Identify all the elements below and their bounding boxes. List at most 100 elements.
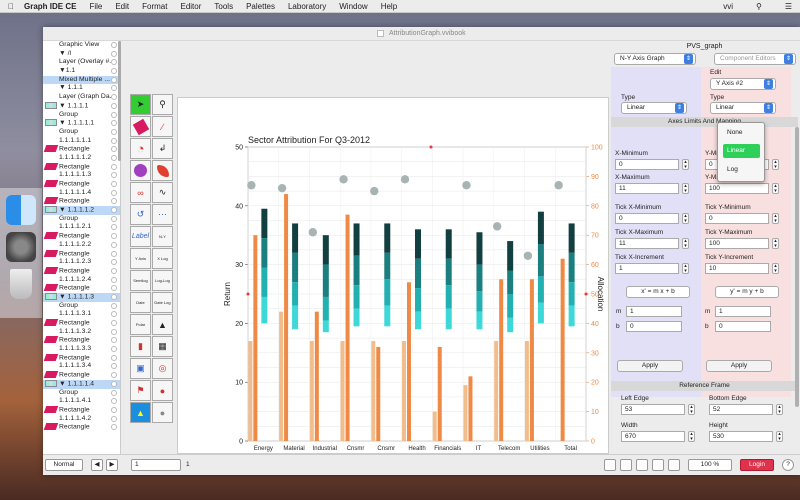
hierarchy-row[interactable]: Layer (Overlay #... (43, 58, 120, 67)
polar-graph-tile[interactable]: ◎ (152, 358, 173, 379)
hierarchy-row[interactable]: ▼1.1 (43, 67, 120, 76)
pie-tool[interactable]: ◔ (130, 138, 151, 159)
trash-icon[interactable] (10, 269, 32, 299)
hierarchy-row[interactable]: Group (43, 128, 120, 137)
graph-tile-3[interactable]: Semilog (130, 270, 151, 291)
finder-icon[interactable] (6, 195, 36, 225)
tick-x-max-field[interactable]: 11 (615, 238, 679, 249)
graph-type-select[interactable]: N-Y Axis Graph (614, 53, 696, 65)
visibility-toggle[interactable] (111, 354, 117, 361)
mx-field[interactable]: 1 (626, 306, 682, 317)
sphere-tool[interactable]: ● (152, 402, 173, 423)
hierarchy-row[interactable]: Rectangle (43, 319, 120, 328)
hierarchy-row[interactable]: ▼ /l (43, 50, 120, 59)
visibility-toggle[interactable] (111, 233, 117, 240)
hierarchy-row[interactable]: 1.1.1.1.1.3 (43, 171, 120, 180)
tick-y-inc-stepper[interactable]: ▴ ▾ (772, 263, 779, 274)
view-columns-button[interactable] (652, 459, 664, 471)
user-name[interactable]: vvi (723, 2, 733, 11)
visibility-toggle[interactable] (111, 146, 117, 153)
next-page-button[interactable]: ▶ (106, 459, 118, 471)
menu-palettes[interactable]: Palettes (246, 2, 275, 11)
hierarchy-row[interactable]: ▼ 1.1.1.1.1 (43, 119, 120, 128)
hierarchy-row[interactable]: 1.1.1.1.1.2 (43, 154, 120, 163)
visibility-toggle[interactable] (111, 224, 117, 231)
menu-file[interactable]: File (89, 2, 102, 11)
apply-x-button[interactable]: Apply (617, 360, 683, 372)
edit-axis-select[interactable]: Y Axis #2 (710, 78, 776, 90)
visibility-toggle[interactable] (111, 311, 117, 318)
x-max-field[interactable]: 11 (615, 183, 679, 194)
graph-tile-4[interactable]: Log-Log (152, 270, 173, 291)
3d-graph-tile[interactable]: ▣ (130, 358, 151, 379)
apply-y-button[interactable]: Apply (706, 360, 772, 372)
height-field[interactable]: 530 (709, 431, 773, 442)
menu-laboratory[interactable]: Laboratory (288, 2, 326, 11)
hierarchy-row[interactable]: 1.1.1.1.3.2 (43, 328, 120, 337)
visibility-toggle[interactable] (111, 111, 117, 118)
system-tools-icon[interactable] (6, 232, 36, 262)
visibility-toggle[interactable] (111, 102, 117, 109)
line-tool[interactable]: ∕ (152, 116, 173, 137)
menu-format[interactable]: Format (142, 2, 167, 11)
hierarchy-row[interactable]: Rectangle (43, 197, 120, 206)
oval-tool[interactable] (130, 160, 151, 181)
visibility-toggle[interactable] (111, 42, 117, 48)
x-mapping-button[interactable]: x' = m x + b (626, 286, 690, 298)
bottom-edge-stepper[interactable]: ▴ ▾ (776, 404, 783, 415)
tick-x-min-field[interactable]: 0 (615, 213, 679, 224)
hierarchy-row[interactable]: Layer (Graph Da... (43, 93, 120, 102)
view-grid-button[interactable] (620, 459, 632, 471)
zoom-tool[interactable]: ⚲ (152, 94, 173, 115)
search-icon[interactable]: ⚲ (756, 2, 762, 11)
menu-editor[interactable]: Editor (180, 2, 201, 11)
graph-tile-7[interactable]: Polar (130, 314, 151, 335)
visibility-toggle[interactable] (111, 172, 117, 179)
hierarchy-row[interactable]: Rectangle (43, 284, 120, 293)
visibility-toggle[interactable] (111, 293, 117, 300)
visibility-toggle[interactable] (111, 85, 117, 92)
view-list-button[interactable] (636, 459, 648, 471)
menu-edit[interactable]: Edit (115, 2, 129, 11)
page-input[interactable]: 1 (131, 459, 181, 471)
hierarchy-row[interactable]: 1.1.1.1.2.2 (43, 241, 120, 250)
tick-x-inc-stepper[interactable]: ▴ ▾ (682, 263, 689, 274)
x-max-stepper[interactable]: ▴ ▾ (682, 183, 689, 194)
hierarchy-row[interactable]: Rectangle (43, 249, 120, 259)
graph-tile-1[interactable]: Y Axis (130, 248, 151, 269)
graph-tile-6[interactable]: Date Log (152, 292, 173, 313)
mode-select[interactable]: Normal (45, 459, 83, 471)
popup-option-linear[interactable]: Linear (723, 144, 760, 158)
hierarchy-row[interactable]: Group (43, 111, 120, 120)
hierarchy-row[interactable]: 1.1.1.1.4.2 (43, 415, 120, 424)
tick-y-max-stepper[interactable]: ▴ ▾ (772, 238, 779, 249)
popup-option-log[interactable]: Log (723, 163, 760, 177)
visibility-toggle[interactable] (111, 154, 117, 161)
hierarchy-row[interactable]: Rectangle (43, 353, 120, 363)
visibility-toggle[interactable] (111, 59, 117, 66)
y-max-field[interactable]: 100 (705, 183, 769, 194)
menu-app-name[interactable]: Graph IDE CE (24, 2, 76, 11)
bottom-edge-field[interactable]: 52 (709, 404, 773, 415)
y-max-stepper[interactable]: ▴ ▾ (772, 183, 779, 194)
hierarchy-row[interactable]: 1.1.1.1.3.1 (43, 310, 120, 319)
menu-window[interactable]: Window (339, 2, 367, 11)
view-table-button[interactable] (668, 459, 680, 471)
visibility-toggle[interactable] (111, 50, 117, 57)
visibility-toggle[interactable] (111, 337, 117, 344)
shape-tool[interactable] (152, 160, 173, 181)
left-edge-stepper[interactable]: ▴ ▾ (688, 404, 695, 415)
visibility-toggle[interactable] (111, 163, 117, 170)
hierarchy-row[interactable]: Rectangle (43, 145, 120, 154)
rectangle-tool[interactable] (130, 116, 151, 137)
visibility-toggle[interactable] (111, 76, 117, 83)
flag-graph-tile[interactable]: ⚑ (130, 380, 151, 401)
tick-y-inc-field[interactable]: 10 (705, 263, 769, 274)
surface-graph-tile[interactable]: ▦ (152, 336, 173, 357)
visibility-toggle[interactable] (111, 380, 117, 387)
hierarchy-row[interactable]: 1.1.1.1.2.4 (43, 276, 120, 285)
login-button[interactable]: Login (740, 459, 774, 471)
graph-canvas[interactable]: 0 10 20 30 40 50 0 10 20 30 40 50 60 70 80 90 100 Energy M… (177, 97, 609, 468)
bar-graph-tile[interactable]: ▮ (130, 336, 151, 357)
hierarchy-row[interactable]: Rectangle (43, 371, 120, 380)
